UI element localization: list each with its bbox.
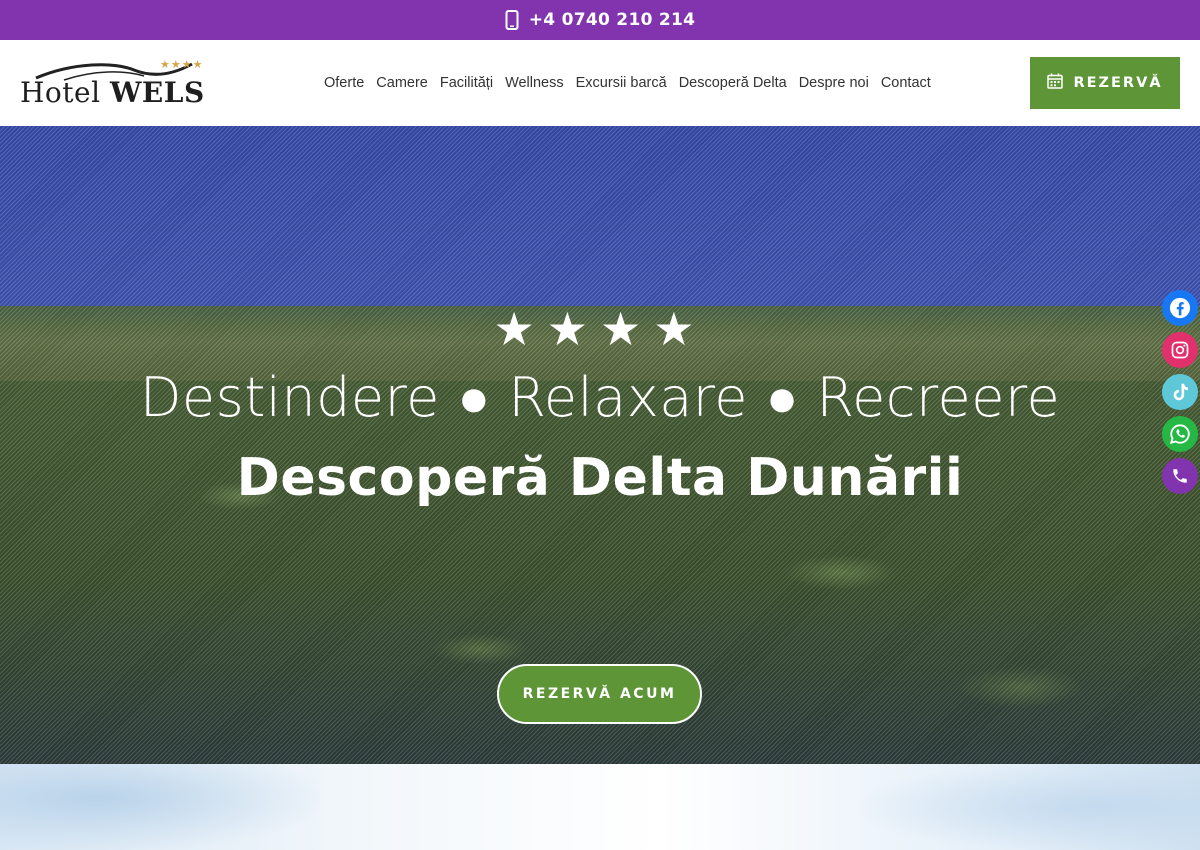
hero-stars: ★★★★ bbox=[493, 302, 707, 356]
top-bar: +4 0740 210 214 bbox=[0, 0, 1200, 40]
watercolor-decoration bbox=[0, 764, 320, 850]
logo-stars: ★★★★ bbox=[160, 58, 204, 71]
main-nav: Oferte Camere Facilități Wellness Excurs… bbox=[318, 40, 937, 126]
hero-subheadline: Descoperă Delta Dunării bbox=[236, 448, 964, 508]
site-header: ★★★★ Hotel WELS Oferte Camere Facilități… bbox=[0, 40, 1200, 126]
book-button-label: REZERVĂ bbox=[1073, 75, 1163, 91]
hero-banner: ★★★★ Destindere ● Relaxare ● Recreere De… bbox=[0, 126, 1200, 764]
top-phone-link[interactable]: +4 0740 210 214 bbox=[505, 10, 696, 30]
tiktok-icon[interactable] bbox=[1162, 374, 1198, 410]
logo-name-part2: WELS bbox=[109, 76, 205, 109]
instagram-icon[interactable] bbox=[1162, 332, 1198, 368]
nav-item-wellness[interactable]: Wellness bbox=[499, 75, 570, 91]
book-now-button[interactable]: REZERVĂ ACUM bbox=[497, 664, 702, 724]
logo-text: Hotel WELS bbox=[20, 76, 205, 109]
hotel-logo[interactable]: ★★★★ Hotel WELS bbox=[20, 54, 220, 114]
nav-item-excursii-barca[interactable]: Excursii barcă bbox=[570, 75, 673, 91]
calendar-icon bbox=[1047, 73, 1064, 93]
phone-icon[interactable] bbox=[1162, 458, 1198, 494]
nav-item-descopera-delta[interactable]: Descoperă Delta bbox=[673, 75, 793, 91]
nav-item-facilitati[interactable]: Facilități bbox=[434, 75, 499, 91]
book-button[interactable]: REZERVĂ bbox=[1030, 57, 1180, 109]
logo-name-part1: Hotel bbox=[20, 76, 101, 109]
nav-item-oferte[interactable]: Oferte bbox=[318, 75, 370, 91]
nav-item-despre-noi[interactable]: Despre noi bbox=[793, 75, 875, 91]
mobile-phone-icon bbox=[505, 10, 519, 30]
top-phone-number: +4 0740 210 214 bbox=[528, 10, 696, 30]
watercolor-decoration bbox=[860, 764, 1200, 850]
hero-headline: Destindere ● Relaxare ● Recreere bbox=[139, 366, 1061, 429]
nav-item-camere[interactable]: Camere bbox=[370, 75, 434, 91]
social-sidebar bbox=[1162, 290, 1198, 494]
whatsapp-icon[interactable] bbox=[1162, 416, 1198, 452]
facebook-icon[interactable] bbox=[1162, 290, 1198, 326]
intro-section-background bbox=[0, 764, 1200, 850]
nav-item-contact[interactable]: Contact bbox=[875, 75, 937, 91]
